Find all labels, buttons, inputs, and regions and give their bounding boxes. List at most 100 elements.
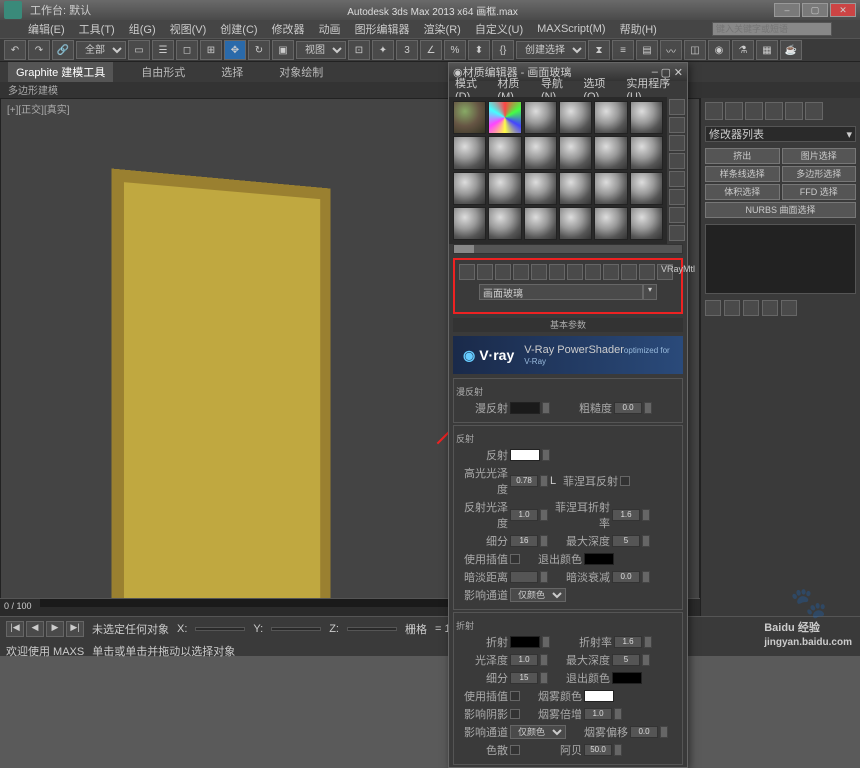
fogmult-spinner[interactable]: 1.0 (584, 708, 612, 720)
reflgloss-spinner[interactable]: 1.0 (510, 509, 538, 521)
scale-button[interactable]: ▣ (272, 40, 294, 60)
layers-button[interactable]: ▤ (636, 40, 658, 60)
snap-button[interactable]: 3 (396, 40, 418, 60)
modifier-stack[interactable] (705, 224, 856, 294)
material-type-label[interactable]: VRayMtl (661, 264, 695, 274)
spin-btn[interactable] (540, 571, 548, 583)
spin-btn[interactable] (540, 654, 548, 666)
material-slot[interactable] (488, 207, 521, 240)
rollout-basic[interactable]: 基本参数 (453, 318, 683, 332)
menu-graph[interactable]: 图形编辑器 (355, 21, 410, 37)
refr-exit-swatch[interactable] (612, 672, 642, 684)
fresnel-ior-spinner[interactable]: 1.6 (612, 509, 640, 521)
schematic-button[interactable]: ◫ (684, 40, 706, 60)
hierarchy-panel-icon[interactable] (745, 102, 763, 120)
material-name-input[interactable] (479, 284, 643, 300)
mod-ffd[interactable]: FFD 选择 (782, 184, 857, 200)
mod-spline[interactable]: 样条线选择 (705, 166, 780, 182)
tab-selection[interactable]: 选择 (213, 62, 251, 82)
goto-start-button[interactable]: |◀ (6, 621, 24, 637)
sample-type-icon[interactable] (669, 99, 685, 115)
preview-icon[interactable] (669, 189, 685, 205)
percent-snap-button[interactable]: % (444, 40, 466, 60)
named-sel-button[interactable]: {} (492, 40, 514, 60)
next-frame-button[interactable]: ▶| (66, 621, 84, 637)
ribbon-subbar[interactable]: 多边形建模 (0, 82, 860, 98)
scene-object-frame[interactable] (112, 169, 331, 640)
menu-view[interactable]: 视图(V) (170, 21, 207, 37)
material-id-icon[interactable] (585, 264, 601, 280)
refl-maxdepth-spinner[interactable]: 5 (612, 535, 640, 547)
viewport-label[interactable]: [+][正交][真实] (7, 101, 70, 116)
menu-maxscript[interactable]: MAXScript(M) (537, 23, 605, 35)
tab-graphite[interactable]: Graphite 建模工具 (8, 62, 113, 82)
pivot-button[interactable]: ⊡ (348, 40, 370, 60)
abbe-spinner[interactable]: 50.0 (584, 744, 612, 756)
material-scrollbar[interactable] (453, 244, 683, 254)
mod-vol[interactable]: 体积选择 (705, 184, 780, 200)
material-slot[interactable] (524, 207, 557, 240)
spin-btn[interactable] (642, 509, 650, 521)
fog-swatch[interactable] (584, 690, 614, 702)
remove-mod-icon[interactable] (762, 300, 778, 316)
backlight-icon[interactable] (669, 117, 685, 133)
material-slot[interactable] (630, 172, 663, 205)
rect-select-button[interactable]: ◻ (176, 40, 198, 60)
selection-filter[interactable]: 全部 (76, 41, 126, 59)
material-slot[interactable] (594, 101, 627, 134)
menu-modifiers[interactable]: 修改器 (272, 21, 305, 37)
hilight-spinner[interactable]: 0.78 (510, 475, 538, 487)
menu-render[interactable]: 渲染(R) (424, 21, 461, 37)
rotate-button[interactable]: ↻ (248, 40, 270, 60)
spin-btn[interactable] (660, 726, 668, 738)
get-material-icon[interactable] (459, 264, 475, 280)
material-slot[interactable] (559, 207, 592, 240)
undo-button[interactable]: ↶ (4, 40, 26, 60)
material-slot[interactable] (559, 136, 592, 169)
refr-gloss-spinner[interactable]: 1.0 (510, 654, 538, 666)
material-slot[interactable] (488, 136, 521, 169)
search-input[interactable] (712, 22, 832, 36)
ref-coord-dropdown[interactable]: 视图 (296, 41, 346, 59)
spin-btn[interactable] (614, 744, 622, 756)
menu-group[interactable]: 组(G) (129, 21, 156, 37)
material-slot[interactable] (453, 101, 486, 134)
y-field[interactable] (271, 627, 321, 631)
options-icon[interactable] (669, 207, 685, 223)
menu-tools[interactable]: 工具(T) (79, 21, 115, 37)
reflect-swatch[interactable] (510, 449, 540, 461)
material-slot[interactable] (488, 101, 521, 134)
video-check-icon[interactable] (669, 171, 685, 187)
spinner-snap-button[interactable]: ⬍ (468, 40, 490, 60)
background-icon[interactable] (669, 135, 685, 151)
display-panel-icon[interactable] (785, 102, 803, 120)
spin-btn[interactable] (540, 535, 548, 547)
ior-spinner[interactable]: 1.6 (614, 636, 642, 648)
utilities-panel-icon[interactable] (805, 102, 823, 120)
mod-poly[interactable]: 多边形选择 (782, 166, 857, 182)
material-slot[interactable] (630, 101, 663, 134)
material-slot[interactable] (488, 172, 521, 205)
show-map-icon[interactable] (603, 264, 619, 280)
manip-button[interactable]: ✦ (372, 40, 394, 60)
modifier-list-dropdown[interactable]: 修改器列表▾ (705, 126, 856, 142)
select-by-mat-icon[interactable] (669, 225, 685, 241)
refr-subdiv-spinner[interactable]: 15 (510, 672, 538, 684)
spin-btn[interactable] (642, 535, 650, 547)
link-button[interactable]: 🔗 (52, 40, 74, 60)
spin-btn[interactable] (644, 636, 652, 648)
x-field[interactable] (195, 627, 245, 631)
workspace-label[interactable]: 工作台: 默认 (30, 2, 91, 18)
make-unique-icon[interactable] (549, 264, 565, 280)
show-end-result-icon[interactable] (621, 264, 637, 280)
material-slot[interactable] (453, 172, 486, 205)
material-slot[interactable] (453, 207, 486, 240)
spin-btn[interactable] (542, 636, 550, 648)
material-slot[interactable] (630, 207, 663, 240)
disp-checkbox[interactable] (510, 745, 520, 755)
mod-extrude[interactable]: 挤出 (705, 148, 780, 164)
menu-help[interactable]: 帮助(H) (620, 21, 657, 37)
put-library-icon[interactable] (567, 264, 583, 280)
align-button[interactable]: ≡ (612, 40, 634, 60)
refr-interp-checkbox[interactable] (510, 691, 520, 701)
